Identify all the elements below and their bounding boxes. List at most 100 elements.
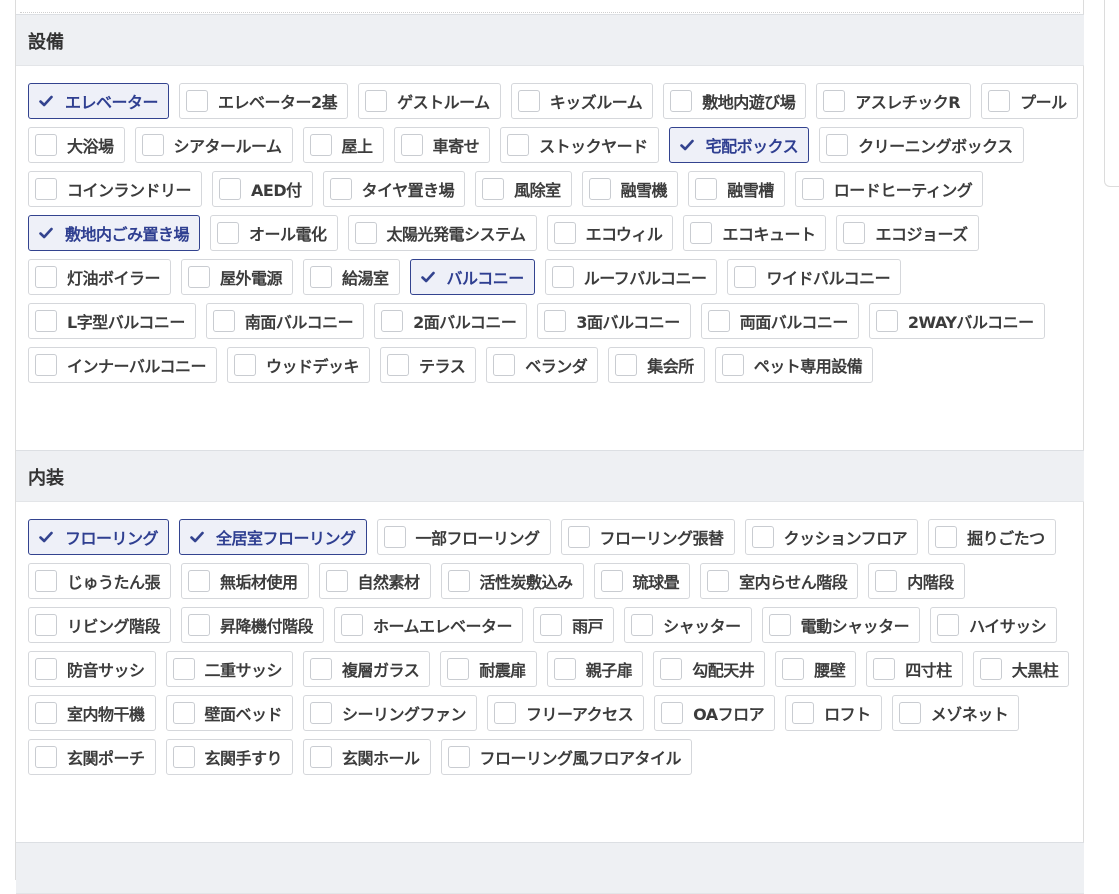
option-checkbox[interactable]: 車寄せ xyxy=(393,127,491,163)
option-checkbox[interactable]: コインランドリー xyxy=(28,171,203,207)
option-checkbox[interactable]: 腰壁 xyxy=(775,651,857,687)
option-checkbox[interactable]: 屋上 xyxy=(302,127,384,163)
option-checkbox[interactable]: ペット専用設備 xyxy=(714,347,874,383)
option-checkbox[interactable]: エコウィル xyxy=(546,215,674,251)
option-checkbox[interactable]: エレベーター xyxy=(28,83,170,119)
option-label: テラス xyxy=(419,357,466,376)
checkbox-icon xyxy=(35,134,57,156)
option-label: フローリング風フロアタイル xyxy=(479,749,682,768)
checkbox-icon xyxy=(823,90,846,112)
option-checkbox[interactable]: 複層ガラス xyxy=(303,651,431,687)
option-checkbox[interactable]: 無垢材使用 xyxy=(181,563,309,599)
option-checkbox[interactable]: シャッター xyxy=(624,607,752,643)
option-checkbox[interactable]: 四寸柱 xyxy=(866,651,963,687)
option-checkbox[interactable]: フローリング張替 xyxy=(560,519,735,555)
option-checkbox[interactable]: じゅうたん張 xyxy=(28,563,172,599)
option-checkbox[interactable]: ホームエレベーター xyxy=(334,607,524,643)
option-checkbox[interactable]: 敷地内遊び場 xyxy=(663,83,807,119)
checkbox-icon xyxy=(801,178,824,200)
option-checkbox[interactable]: 壁面ベッド xyxy=(165,695,294,731)
option-checkbox[interactable]: 琉球畳 xyxy=(593,563,691,599)
option-checkbox[interactable]: 南面バルコニー xyxy=(205,303,365,339)
option-checkbox[interactable]: 雨戸 xyxy=(533,607,615,643)
option-label: 南面バルコニー xyxy=(244,313,354,332)
option-checkbox[interactable]: 2面バルコニー xyxy=(374,303,528,339)
option-checkbox[interactable]: キッズルーム xyxy=(510,83,654,119)
option-checkbox[interactable]: 玄関手すり xyxy=(165,739,294,775)
option-checkbox[interactable]: 勾配天井 xyxy=(653,651,766,687)
option-checkbox[interactable]: 昇降機付階段 xyxy=(181,607,325,643)
option-checkbox[interactable]: 一部フローリング xyxy=(376,519,551,555)
option-checkbox[interactable]: 両面バルコニー xyxy=(700,303,859,339)
option-checkbox[interactable]: エコキュート xyxy=(683,215,827,251)
option-checkbox[interactable]: フローリング風フロアタイル xyxy=(440,739,693,775)
option-checkbox[interactable]: AED付 xyxy=(212,171,313,207)
option-checkbox[interactable]: アスレチックR xyxy=(816,83,972,119)
option-checkbox[interactable]: 室内らせん階段 xyxy=(700,563,859,599)
option-checkbox[interactable]: フリーアクセス xyxy=(487,695,645,731)
option-checkbox[interactable]: クリーニングボックス xyxy=(819,127,1024,163)
option-checkbox[interactable]: 耐震扉 xyxy=(440,651,537,687)
option-checkbox[interactable]: 集会所 xyxy=(608,347,705,383)
option-checkbox[interactable]: 親子扉 xyxy=(546,651,644,687)
option-checkbox[interactable]: 融雪機 xyxy=(581,171,679,207)
option-checkbox[interactable]: 電動シャッター xyxy=(761,607,921,643)
option-checkbox[interactable]: ワイドバルコニー xyxy=(727,259,902,295)
option-checkbox[interactable]: ゲストルーム xyxy=(358,83,501,119)
checkbox-icon xyxy=(172,658,195,680)
option-checkbox[interactable]: 大浴場 xyxy=(28,127,125,163)
option-checkbox[interactable]: 敷地内ごみ置き場 xyxy=(28,215,201,251)
option-checkbox[interactable]: エレベーター2基 xyxy=(179,83,349,119)
option-checkbox[interactable]: 活性炭敷込み xyxy=(440,563,584,599)
option-checkbox[interactable]: L字型バルコニー xyxy=(28,303,196,339)
option-checkbox[interactable]: ルーフバルコニー xyxy=(544,259,718,295)
checkbox-icon xyxy=(35,746,57,768)
option-checkbox[interactable]: インナーバルコニー xyxy=(28,347,218,383)
option-checkbox[interactable]: フローリング xyxy=(28,519,170,555)
option-checkbox[interactable]: シーリングファン xyxy=(303,695,478,731)
checkbox-icon xyxy=(544,310,567,332)
option-checkbox[interactable]: ハイサッシ xyxy=(930,607,1058,643)
option-checkbox[interactable]: 太陽光発電システム xyxy=(347,215,537,251)
option-checkbox[interactable]: 風除室 xyxy=(475,171,572,207)
option-checkbox[interactable]: 掘りごたつ xyxy=(928,519,1056,555)
option-checkbox[interactable]: 給湯室 xyxy=(303,259,400,295)
option-checkbox[interactable]: エコジョーズ xyxy=(836,215,979,251)
option-checkbox[interactable]: ロードヒーティング xyxy=(794,171,984,207)
option-checkbox[interactable]: 3面バルコニー xyxy=(537,303,691,339)
option-checkbox[interactable]: プール xyxy=(981,83,1078,119)
option-checkbox[interactable]: タイヤ置き場 xyxy=(322,171,466,207)
option-checkbox[interactable]: 大黒柱 xyxy=(972,651,1070,687)
option-label: 玄関手すり xyxy=(204,749,283,768)
option-checkbox[interactable]: ストックヤード xyxy=(500,127,659,163)
option-checkbox[interactable]: オール電化 xyxy=(210,215,338,251)
option-checkbox[interactable]: 灯油ボイラー xyxy=(28,259,172,295)
option-checkbox[interactable]: ウッドデッキ xyxy=(227,347,371,383)
option-checkbox[interactable]: テラス xyxy=(380,347,477,383)
option-checkbox[interactable]: シアタールーム xyxy=(134,127,293,163)
option-checkbox[interactable]: 室内物干機 xyxy=(28,695,156,731)
check-icon xyxy=(420,271,435,283)
option-checkbox[interactable]: リビング階段 xyxy=(28,607,172,643)
option-checkbox[interactable]: 全居室フローリング xyxy=(179,519,367,555)
option-checkbox[interactable]: OAフロア xyxy=(654,695,776,731)
option-label: 全居室フローリング xyxy=(216,529,356,548)
section-title: 設備 xyxy=(28,32,64,53)
option-checkbox[interactable]: 二重サッシ xyxy=(165,651,294,687)
option-checkbox[interactable]: ベランダ xyxy=(486,347,599,383)
option-checkbox[interactable]: 玄関ホール xyxy=(303,739,431,775)
option-checkbox[interactable]: 宅配ボックス xyxy=(668,127,810,163)
option-checkbox[interactable]: 2WAYバルコニー xyxy=(868,303,1045,339)
option-checkbox[interactable]: 内階段 xyxy=(868,563,965,599)
option-checkbox[interactable]: 自然素材 xyxy=(318,563,431,599)
option-checkbox[interactable]: 融雪槽 xyxy=(688,171,785,207)
option-checkbox[interactable]: メゾネット xyxy=(891,695,1020,731)
option-checkbox[interactable]: バルコニー xyxy=(409,259,535,295)
option-checkbox[interactable]: 防音サッシ xyxy=(28,651,156,687)
checkbox-icon xyxy=(935,526,958,548)
option-checkbox[interactable]: 屋外電源 xyxy=(181,259,294,295)
option-checkbox[interactable]: クッションフロア xyxy=(744,519,919,555)
option-checkbox[interactable]: ロフト xyxy=(785,695,882,731)
option-checkbox[interactable]: 玄関ポーチ xyxy=(28,739,156,775)
option-label: ストックヤード xyxy=(539,137,648,156)
